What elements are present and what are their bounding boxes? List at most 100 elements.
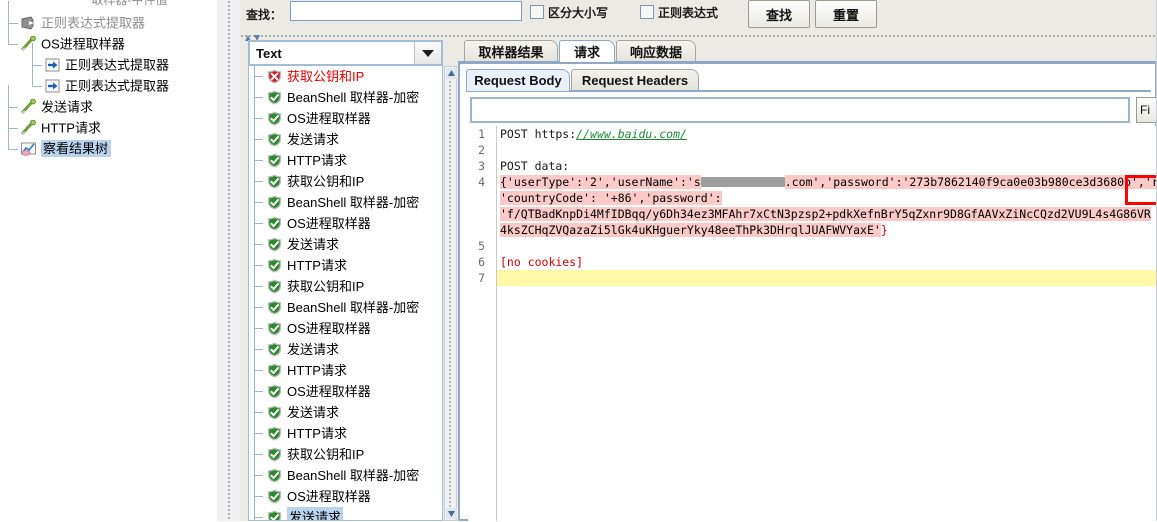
sampler-list-scroll-track[interactable]: [448, 80, 453, 508]
code-text: .com','password':: [784, 175, 903, 189]
split-divider-grip: [227, 0, 232, 521]
regex-checkbox[interactable]: 正则表达式: [640, 4, 718, 21]
sampler-list-item-label: 发送请求: [287, 507, 344, 520]
extractor-icon: [20, 15, 38, 31]
sampler-list-item[interactable]: 发送请求: [249, 402, 442, 423]
tree-connector-branch: [254, 370, 263, 371]
sampler-list-item-label: 获取公钥和IP: [287, 279, 365, 294]
find-input[interactable]: [290, 1, 522, 21]
tree-connector: [8, 85, 18, 108]
sampler-list-item[interactable]: HTTP请求: [249, 360, 442, 381]
tree-item-0[interactable]: 正则表达式提取器: [0, 1, 216, 33]
scroll-up-arrow[interactable]: [446, 68, 457, 79]
tab-2[interactable]: 响应数据: [616, 40, 696, 62]
test-plan-tree[interactable]: 取样器-中件值 正则表达式提取器OS进程取样器正则表达式提取器正则表达式提取器发…: [0, 0, 216, 521]
code-text: }: [880, 223, 888, 237]
status-success-icon: [267, 153, 282, 168]
code-text: [no cookies]: [500, 255, 584, 269]
tree-item-label: 正则表达式提取器: [65, 78, 170, 94]
tab-1[interactable]: 请求: [559, 40, 615, 62]
code-line: 6 [no cookies]: [468, 254, 1157, 270]
sampler-list-item[interactable]: 获取公钥和IP: [249, 171, 442, 192]
sampler-list-item[interactable]: 获取公钥和IP: [249, 276, 442, 297]
code-line-text: 'f/QTBadKnpDi4MfIDBqq/y6Dh34ez3MFAhr7xCt…: [500, 206, 1151, 222]
body-search-row: Fi: [468, 94, 1157, 126]
sampler-list-item[interactable]: BeanShell 取样器-加密: [249, 87, 442, 108]
sampler-list-item[interactable]: OS进程取样器: [249, 318, 442, 339]
sampler-list-item[interactable]: 发送请求: [249, 507, 442, 520]
sampler-list-item[interactable]: OS进程取样器: [249, 381, 442, 402]
sampler-list-item-label: BeanShell 取样器-加密: [287, 90, 420, 105]
sampler-list-item[interactable]: HTTP请求: [249, 150, 442, 171]
tree-connector-branch: [254, 328, 263, 329]
code-line: 1 POST https://www.baidu.com/: [468, 126, 1157, 142]
sampler-list-item[interactable]: OS进程取样器: [249, 213, 442, 234]
sampler-list-item[interactable]: 发送请求: [249, 339, 442, 360]
line-number: [468, 222, 490, 238]
body-search-input[interactable]: [470, 97, 1130, 123]
case-sensitive-label: 区分大小写: [548, 6, 609, 20]
sub-tab-1[interactable]: Request Headers: [571, 69, 699, 91]
sampler-list-item[interactable]: BeanShell 取样器-加密: [249, 465, 442, 486]
sampler-list-item[interactable]: OS进程取样器: [249, 108, 442, 129]
tree-item-6[interactable]: 察看结果树: [0, 127, 216, 159]
sampler-result-list[interactable]: 获取公钥和IP BeanShell 取样器-加密 OS进程取样器 发送请求 HTTP请求…: [248, 66, 443, 521]
result-tabs[interactable]: 取样器结果 请求 响应数据: [458, 40, 1157, 62]
sampler-list-item[interactable]: 发送请求: [249, 234, 442, 255]
sampler-list-item[interactable]: 获取公钥和IP: [249, 444, 442, 465]
status-success-icon: [267, 237, 282, 252]
sampler-list-item[interactable]: BeanShell 取样器-加密: [249, 297, 442, 318]
sampler-list-item-label: BeanShell 取样器-加密: [287, 195, 420, 210]
reset-button[interactable]: 重置: [815, 0, 877, 28]
horizontal-split-divider[interactable]: [240, 34, 1157, 39]
find-toolbar: 查找： 区分大小写 正则表达式 查找 重置: [240, 0, 1157, 32]
code-text: 'f/QTBadKnpDi4MfIDBqq/y6Dh34ez3MFAhr7xCt…: [500, 207, 1151, 221]
sampler-list-item[interactable]: 发送请求: [249, 129, 442, 150]
status-success-icon: [267, 489, 282, 504]
renderer-select[interactable]: Text: [248, 40, 443, 66]
sampler-list-item[interactable]: 获取公钥和IP: [249, 66, 442, 87]
code-text: {'userType':'2','userName':'s: [500, 175, 701, 189]
sampler-list-scrollbar[interactable]: [444, 66, 457, 521]
body-find-button[interactable]: Fi: [1136, 97, 1157, 123]
sub-tab-0[interactable]: Request Body: [466, 69, 570, 91]
tree-connector: [8, 106, 18, 129]
code-text: POST data:: [500, 159, 570, 173]
results-tree-pane: 查找： 区分大小写 正则表达式 查找 重置 Text 获取公钥和IP BeanS…: [240, 0, 1157, 521]
sampler-list-item-label: 获取公钥和IP: [287, 447, 365, 462]
sampler-list-item[interactable]: BeanShell 取样器-加密: [249, 192, 442, 213]
sampler-list-item[interactable]: HTTP请求: [249, 255, 442, 276]
sampler-list-item-label: 获取公钥和IP: [287, 69, 365, 84]
tree-item-3[interactable]: 正则表达式提取器: [0, 64, 216, 96]
status-success-icon: [267, 279, 282, 294]
case-sensitive-checkbox-box: [530, 5, 544, 19]
status-success-icon: [267, 111, 282, 126]
vertical-split-divider[interactable]: [216, 0, 242, 521]
line-number: 7: [478, 271, 485, 285]
status-success-icon: [267, 363, 282, 378]
renderer-select-arrow-button[interactable]: [414, 42, 441, 64]
tree-item-5[interactable]: HTTP请求: [0, 106, 216, 138]
renderer-select-value: Text: [256, 45, 282, 61]
request-url-link[interactable]: //www.baidu.com/: [576, 127, 687, 141]
request-body-code-viewer[interactable]: 1 POST https://www.baidu.com/2 3 POST data:…: [468, 126, 1157, 521]
sampler-list-item[interactable]: OS进程取样器: [249, 486, 442, 507]
line-number: [468, 190, 490, 206]
tab-label: 响应数据: [629, 45, 682, 60]
scroll-down-arrow[interactable]: [446, 508, 457, 519]
request-tab-content: Request Body Request Headers Fi 1 POST htt…: [458, 62, 1157, 521]
jmeter-view-results-tree-window: 取样器-中件值 正则表达式提取器OS进程取样器正则表达式提取器正则表达式提取器发…: [0, 0, 1157, 521]
sampler-list-item[interactable]: HTTP请求: [249, 423, 442, 444]
sampler-list-item-label: OS进程取样器: [287, 489, 371, 504]
code-line-text: 4ksZCHqZVQazaZi5lGk4uKHguerYky48eeThPk3D…: [500, 222, 888, 238]
find-button[interactable]: 查找: [748, 0, 810, 28]
case-sensitive-checkbox[interactable]: 区分大小写: [530, 4, 608, 21]
tree-item-label: 正则表达式提取器: [41, 15, 146, 31]
tree-connector-branch: [254, 160, 263, 161]
code-line: 'f/QTBadKnpDi4MfIDBqq/y6Dh34ez3MFAhr7xCt…: [468, 206, 1157, 222]
line-number: 1: [478, 127, 485, 141]
tab-0[interactable]: 取样器结果: [464, 40, 558, 62]
tree-item-4[interactable]: 发送请求: [0, 85, 216, 117]
tree-connector-branch: [254, 517, 263, 518]
sampler-list-item-label: OS进程取样器: [287, 111, 371, 126]
